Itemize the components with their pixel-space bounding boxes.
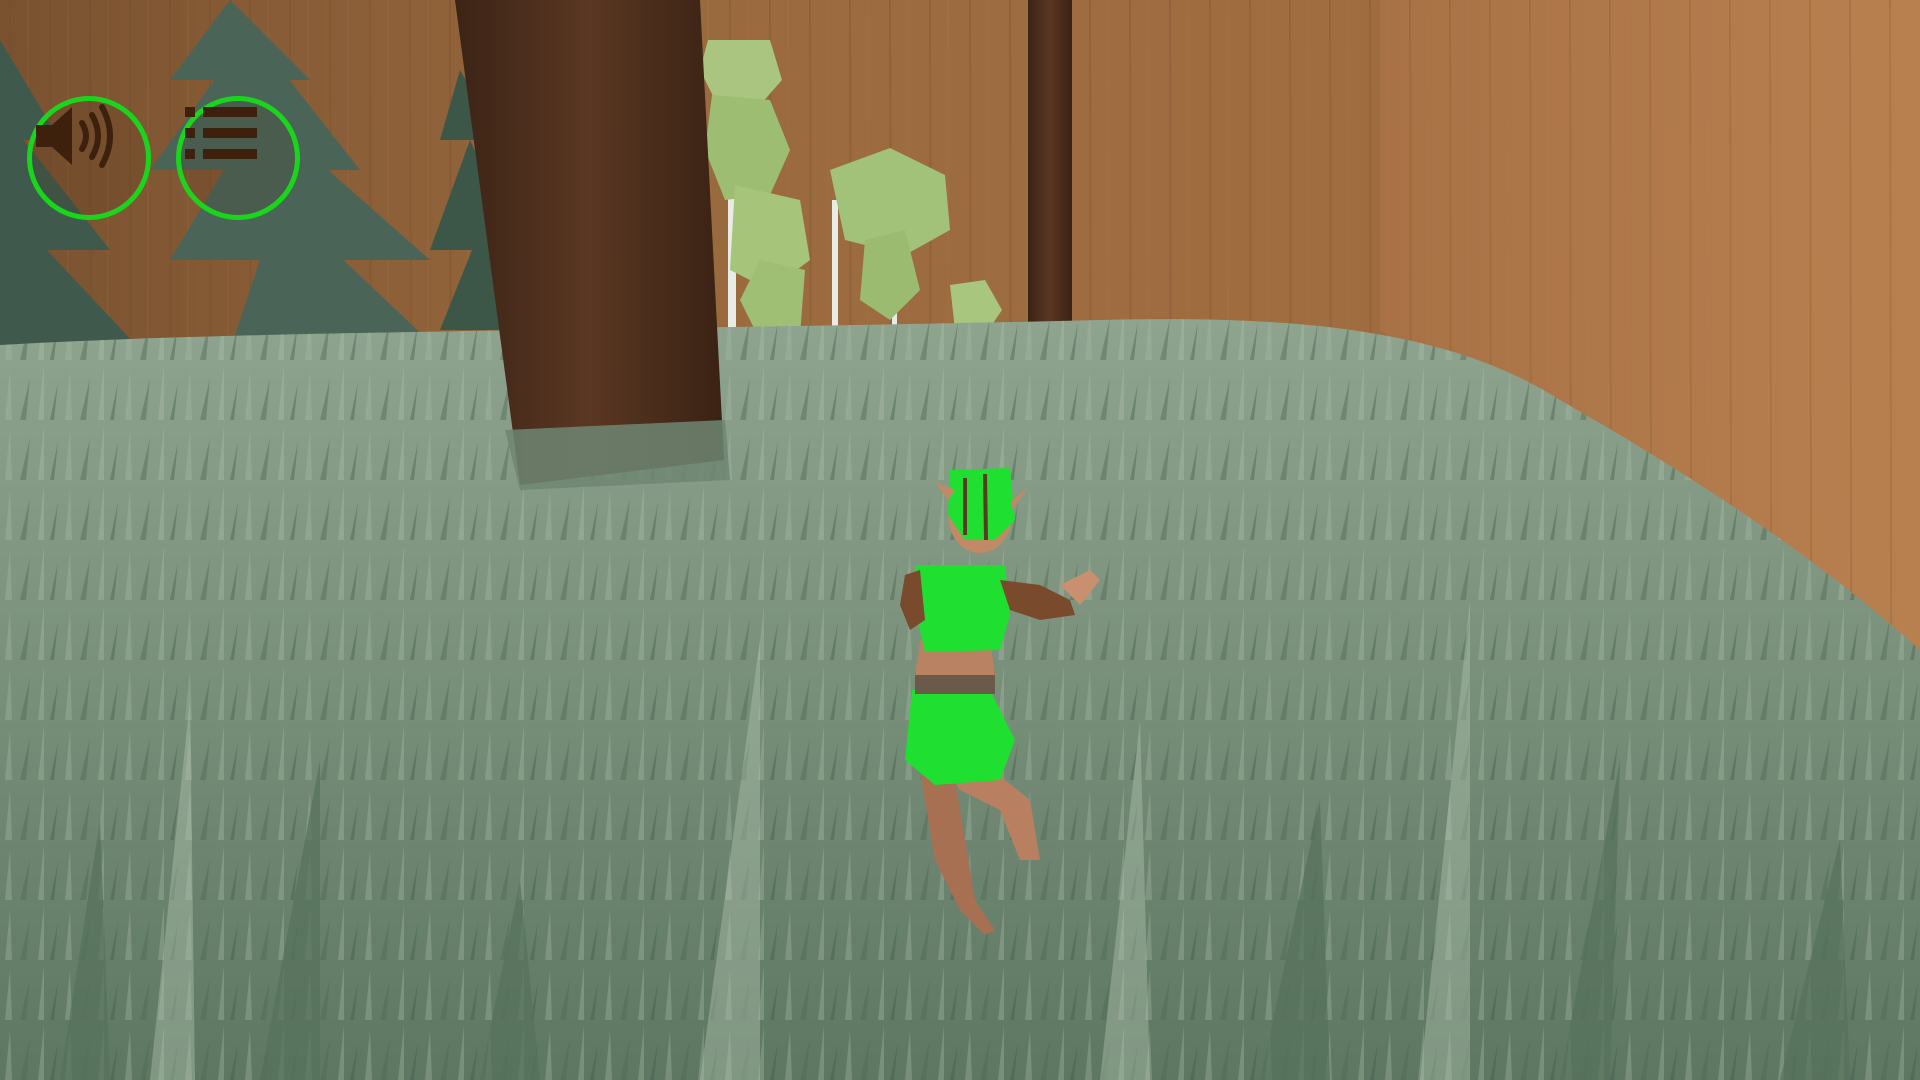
menu-button[interactable] — [176, 96, 300, 220]
tree-trunk-thin — [1028, 0, 1072, 340]
game-viewport[interactable] — [0, 0, 1920, 1080]
speaker-volume-icon — [36, 104, 113, 168]
list-menu-icon — [185, 107, 257, 159]
sound-toggle-button[interactable] — [27, 96, 151, 220]
